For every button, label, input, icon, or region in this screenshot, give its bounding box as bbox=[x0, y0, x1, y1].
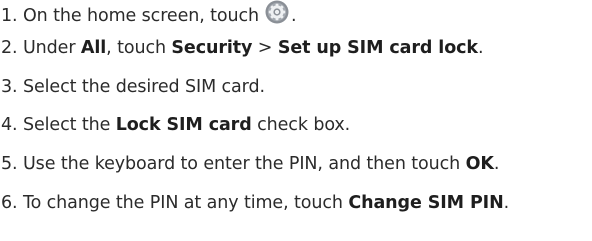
ui-term-ok: OK bbox=[465, 154, 494, 174]
ui-term-change-sim-pin: Change SIM PIN bbox=[348, 193, 504, 213]
step-4: 4. Select the Lock SIM card check box. bbox=[1, 110, 350, 140]
step-2: 2. Under All, touch Security > Set up SI… bbox=[1, 33, 484, 63]
step-text: Under bbox=[22, 38, 81, 58]
ui-term-all: All bbox=[80, 38, 107, 58]
step-text-end: . bbox=[493, 154, 500, 174]
step-number: 2. bbox=[1, 38, 18, 58]
instruction-steps: 1. On the home screen, touch. 2. Under A… bbox=[0, 0, 592, 241]
step-text-end: check box. bbox=[251, 115, 351, 135]
step-text: Use the keyboard to enter the PIN, and t… bbox=[22, 154, 466, 174]
step-text: On the home screen, touch bbox=[22, 6, 260, 26]
step-number: 5. bbox=[1, 154, 18, 174]
step-text-end: . bbox=[503, 193, 510, 213]
step-text: To change the PIN at any time, touch bbox=[22, 193, 349, 213]
step-number: 1. bbox=[1, 6, 18, 26]
step-text-end: . bbox=[477, 38, 484, 58]
ui-term-lock-sim-card: Lock SIM card bbox=[115, 115, 252, 135]
step-5: 5. Use the keyboard to enter the PIN, an… bbox=[1, 149, 499, 179]
step-6: 6. To change the PIN at any time, touch … bbox=[1, 188, 509, 218]
step-text: Select the bbox=[22, 115, 116, 135]
step-text: , touch bbox=[106, 38, 172, 58]
step-text: Select the desired SIM card. bbox=[22, 77, 265, 97]
ui-term-security: Security bbox=[171, 38, 253, 58]
step-1: 1. On the home screen, touch. bbox=[1, 0, 297, 30]
ui-term-set-up-sim-card-lock: Set up SIM card lock bbox=[277, 38, 478, 58]
path-separator: > bbox=[252, 38, 278, 58]
step-number: 6. bbox=[1, 193, 18, 213]
step-text-end: . bbox=[291, 6, 297, 26]
step-number: 4. bbox=[1, 115, 18, 135]
settings-gear-icon bbox=[265, 0, 289, 24]
step-number: 3. bbox=[1, 77, 18, 97]
step-3: 3. Select the desired SIM card. bbox=[1, 72, 265, 102]
